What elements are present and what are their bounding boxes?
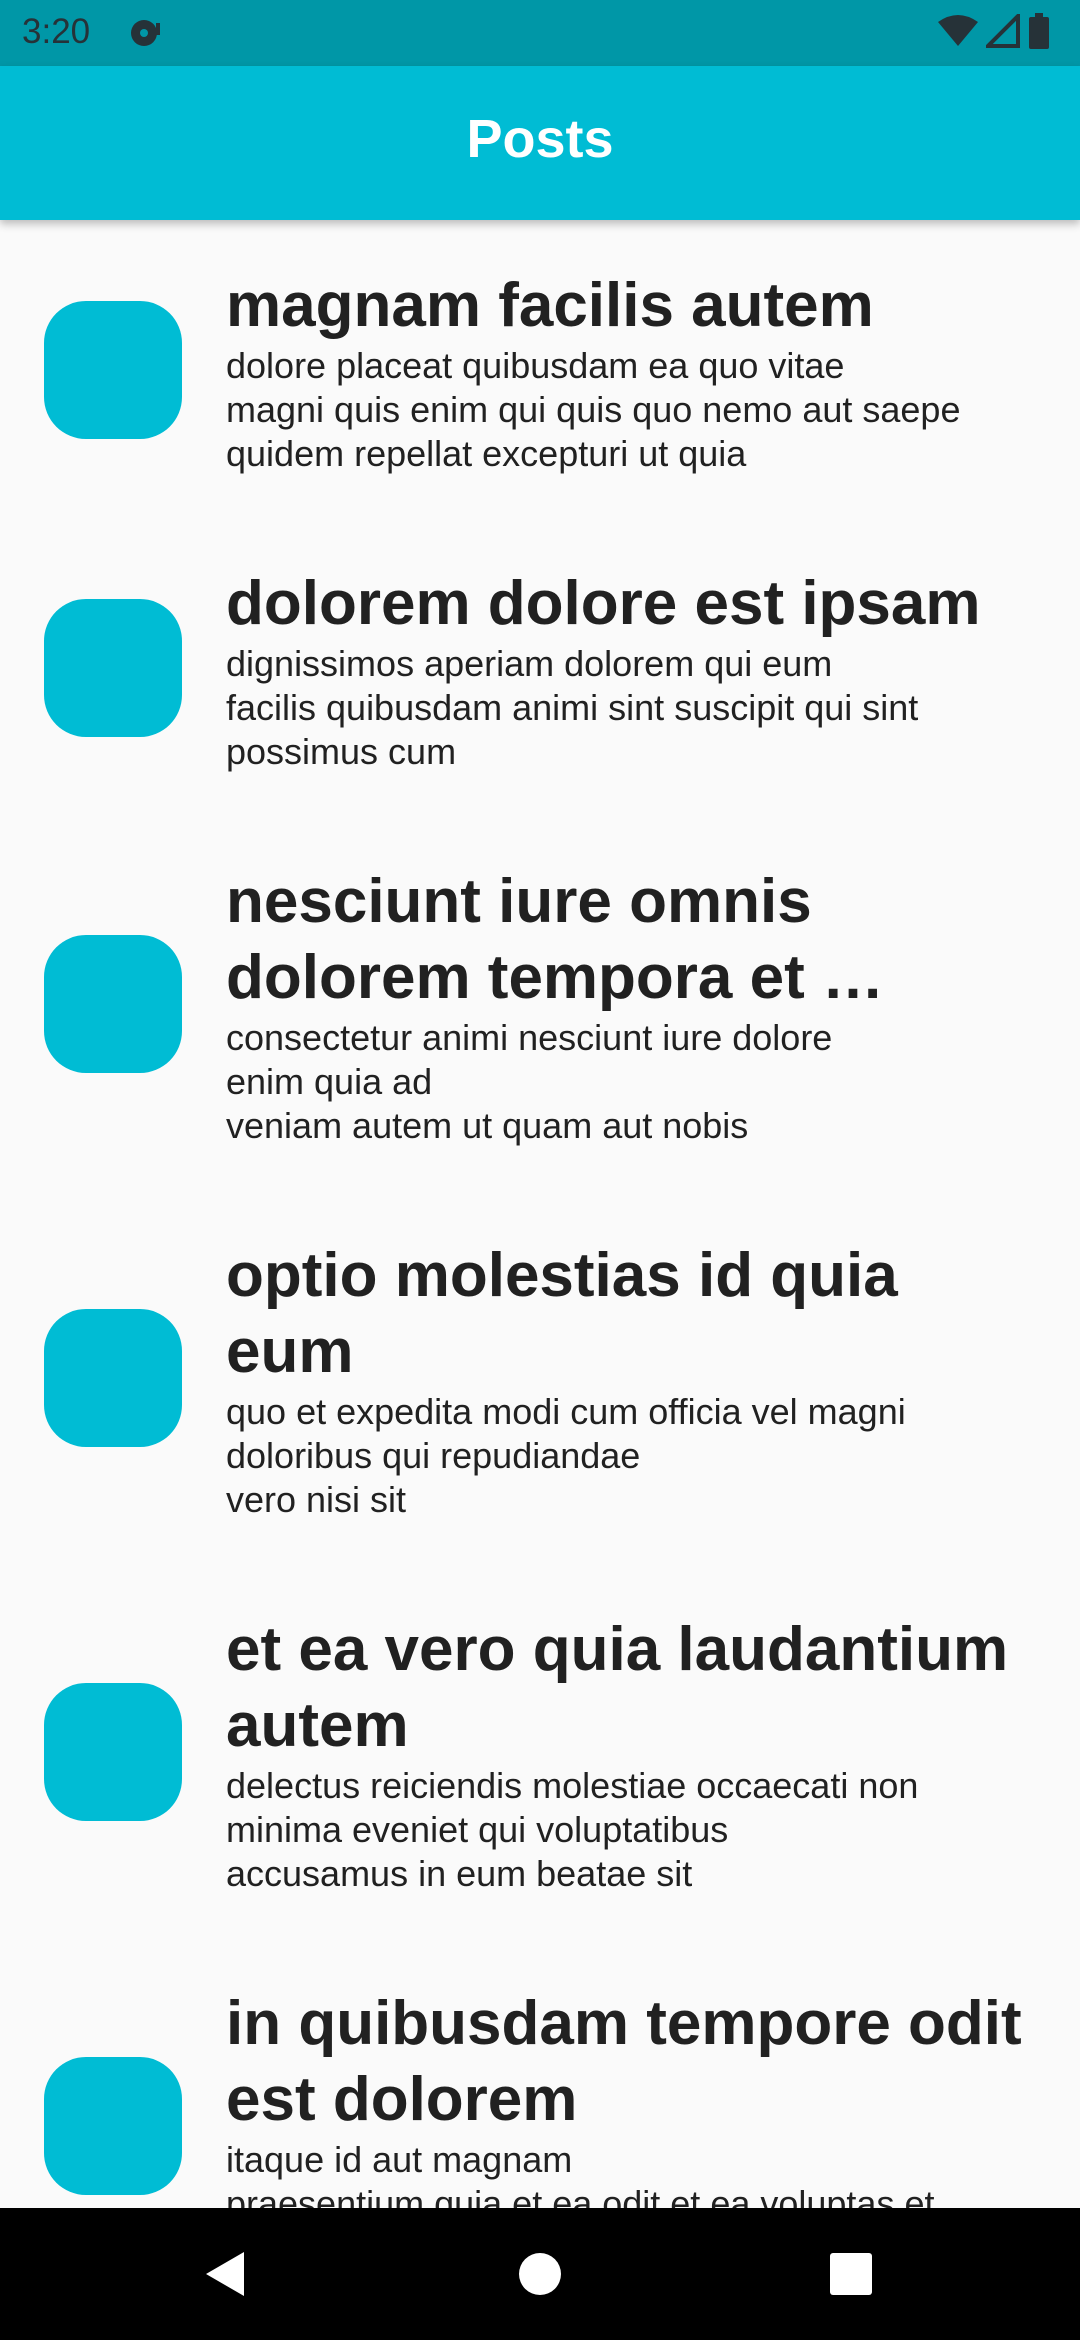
home-icon[interactable] [504,2238,576,2310]
post-text: magnam facilis autem dolore placeat quib… [226,268,1034,476]
post-text: nesciunt iure omnis dolorem tempora et …… [226,864,1034,1148]
navigation-bar [0,2208,1080,2340]
signal-icon [983,10,1020,53]
page-title: Posts [466,109,614,169]
post-body: quo et expedita modi cum officia vel mag… [226,1391,906,1520]
post-text: optio molestias id quia eum quo et exped… [226,1238,1034,1522]
status-time: 3:20 [22,12,91,51]
avatar [44,599,182,737]
wifi-icon [938,14,978,53]
post-title: optio molestias id quia eum [226,1241,898,1386]
post-title: nesciunt iure omnis dolorem tempora et … [226,867,884,1012]
back-icon[interactable] [190,2238,262,2310]
media-disc-icon [128,17,164,49]
app-bar: Posts [0,66,1080,220]
avatar [44,301,182,439]
avatar [44,935,182,1073]
post-body: consectetur animi nesciunt iure dolore e… [226,1017,833,1146]
post-body: dignissimos aperiam dolorem qui eum faci… [226,643,919,772]
status-icons [938,10,1050,54]
avatar [44,1309,182,1447]
post-list[interactable]: magnam facilis autem dolore placeat quib… [0,220,1080,2208]
status-bar: 3:20 [0,0,1080,66]
post-text: in quibusdam tempore odit est dolorem it… [226,1986,1034,2208]
post-title: dolorem dolore est ipsam [226,569,981,638]
avatar [44,1683,182,1821]
post-body: delectus reiciendis molestiae occaecati … [226,1765,919,1894]
recents-icon[interactable] [815,2238,887,2310]
post-body: dolore placeat quibusdam ea quo vitae ma… [226,345,961,474]
post-body: itaque id aut magnam praesentium quia et… [226,2139,935,2208]
post-title: in quibusdam tempore odit est dolorem [226,1989,1022,2134]
post-text: et ea vero quia laudantium autem delectu… [226,1612,1034,1896]
battery-icon [1028,12,1050,54]
avatar [44,2057,182,2195]
post-title: et ea vero quia laudantium autem [226,1615,1009,1760]
post-title: magnam facilis autem [226,271,874,340]
post-text: dolorem dolore est ipsam dignissimos ape… [226,566,1034,774]
